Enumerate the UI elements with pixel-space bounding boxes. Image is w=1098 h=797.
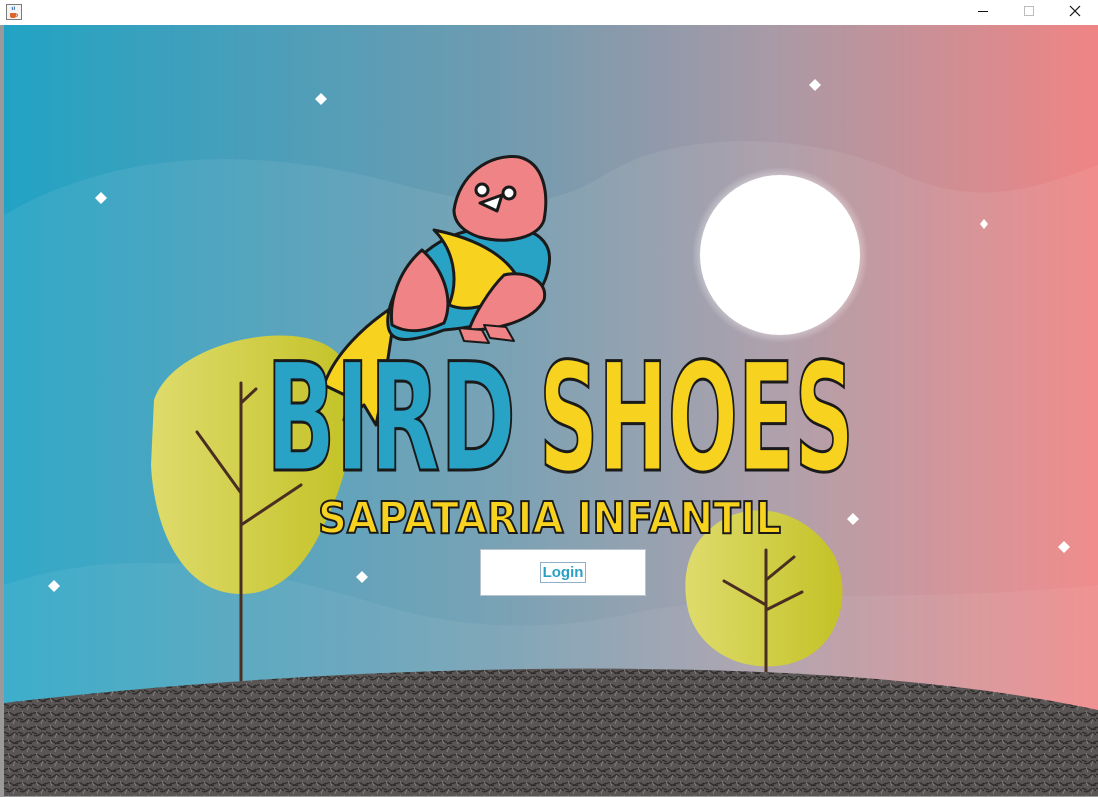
maximize-icon: [1023, 4, 1035, 22]
logo-word-shoes: SHOES: [539, 332, 854, 506]
login-button[interactable]: Login: [480, 549, 646, 596]
close-icon: [1069, 4, 1081, 22]
ground: [4, 668, 1098, 796]
logo-tagline: SAPATARIA INFANTIL: [318, 493, 781, 544]
window-titlebar: [0, 0, 1098, 25]
brand-logo: BIRD SHOES SAPATARIA INFANTIL: [265, 331, 856, 546]
login-label: Login: [539, 562, 587, 583]
java-cup-icon: [6, 4, 22, 20]
minimize-icon: [977, 4, 989, 22]
maximize-button[interactable]: [1006, 0, 1052, 25]
background-scene: BIRD SHOES SAPATARIA INFANTIL: [4, 25, 1098, 796]
moon: [700, 175, 860, 335]
minimize-button[interactable]: [960, 0, 1006, 25]
close-button[interactable]: [1052, 0, 1098, 25]
logo-word-bird: BIRD: [266, 332, 516, 506]
main-panel: BIRD SHOES SAPATARIA INFANTIL Login: [4, 25, 1098, 796]
